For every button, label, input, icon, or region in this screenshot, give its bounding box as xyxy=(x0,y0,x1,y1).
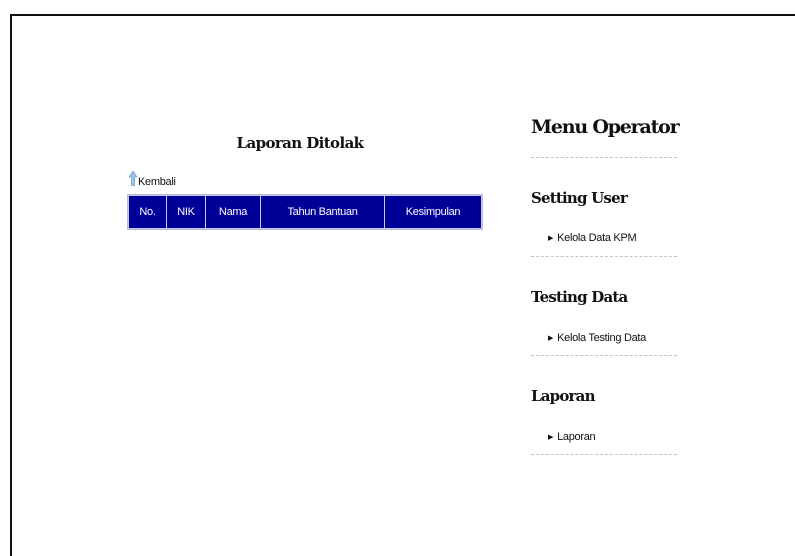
triangle-right-icon: ▶ xyxy=(548,335,554,342)
divider xyxy=(531,355,677,356)
menu-link-laporan[interactable]: ▶ Laporan xyxy=(548,431,596,443)
column-header-no: No. xyxy=(128,195,167,229)
column-header-nik: NIK xyxy=(166,195,206,229)
page-title: Laporan Ditolak xyxy=(236,134,365,152)
table-header-row: No. NIK Nama Tahun Bantuan Kesimpulan xyxy=(128,195,482,229)
section-heading-testing-data: Testing Data xyxy=(531,288,628,306)
divider xyxy=(531,157,677,158)
section-heading-laporan: Laporan xyxy=(531,387,595,405)
menu-link-kelola-data-kpm[interactable]: ▶ Kelola Data KPM xyxy=(548,232,637,244)
back-link[interactable]: Kembali xyxy=(129,170,176,188)
menu-link-label: Kelola Data KPM xyxy=(557,232,637,244)
page-frame xyxy=(10,14,795,556)
menu-link-label: Laporan xyxy=(557,431,596,443)
section-heading-setting-user: Setting User xyxy=(531,189,628,207)
sidebar-title: Menu Operator xyxy=(531,116,680,138)
menu-link-kelola-testing-data[interactable]: ▶ Kelola Testing Data xyxy=(548,332,646,344)
triangle-right-icon: ▶ xyxy=(548,235,554,242)
report-table: No. NIK Nama Tahun Bantuan Kesimpulan xyxy=(127,194,483,230)
column-header-nama: Nama xyxy=(205,195,261,229)
column-header-kesimpulan: Kesimpulan xyxy=(384,195,482,229)
back-link-label: Kembali xyxy=(138,176,176,188)
triangle-right-icon: ▶ xyxy=(548,434,554,441)
column-header-tahun-bantuan: Tahun Bantuan xyxy=(260,195,385,229)
divider xyxy=(531,454,677,455)
menu-link-label: Kelola Testing Data xyxy=(557,332,646,344)
up-arrow-icon xyxy=(129,171,137,186)
divider xyxy=(531,256,677,257)
